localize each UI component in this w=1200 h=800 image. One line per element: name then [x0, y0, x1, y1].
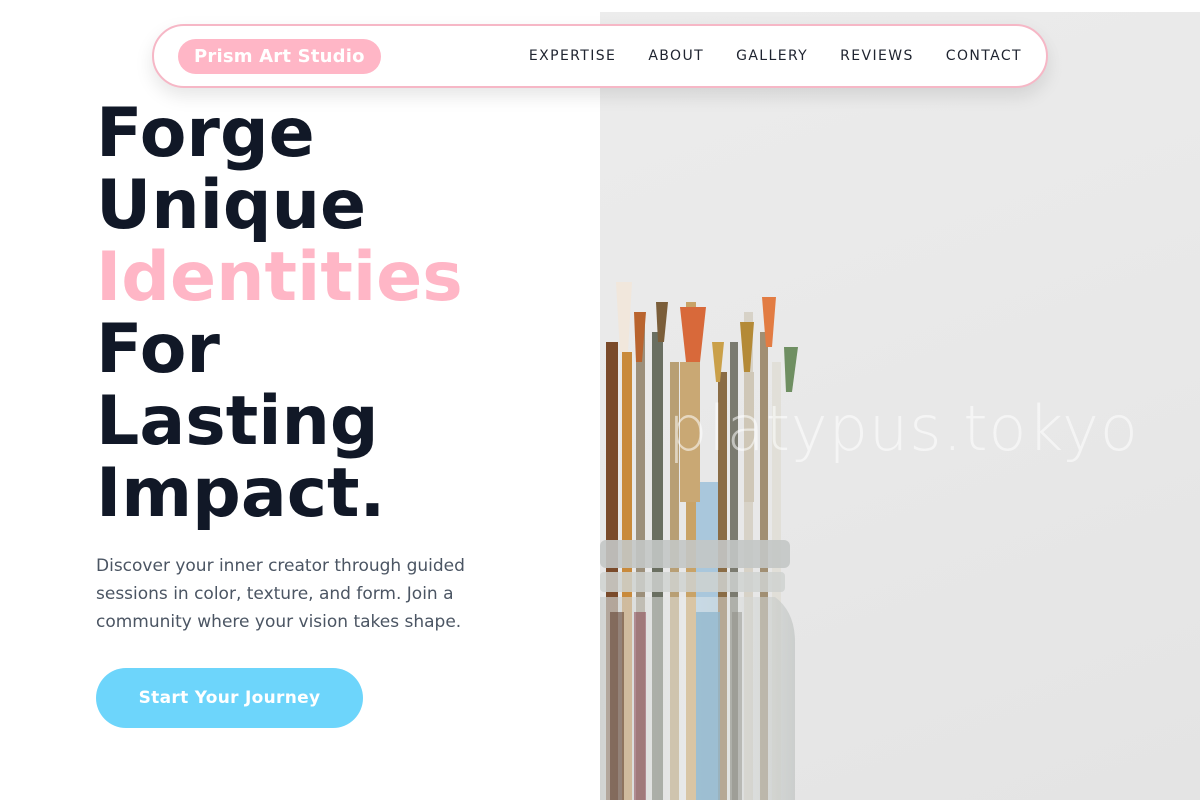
headline-accent-line: Identities	[96, 238, 463, 317]
top-navbar: Prism Art Studio EXPERTISE ABOUT GALLERY…	[152, 24, 1048, 88]
nav-link-expertise[interactable]: EXPERTISE	[529, 48, 616, 64]
headline-line-2: Unique	[96, 166, 367, 245]
headline-line-4: For	[96, 310, 220, 389]
nav-link-gallery[interactable]: GALLERY	[736, 48, 808, 64]
nav-link-reviews[interactable]: REVIEWS	[840, 48, 914, 64]
nav-links: EXPERTISE ABOUT GALLERY REVIEWS CONTACT	[529, 48, 1022, 64]
hero-description: Discover your inner creator through guid…	[96, 556, 465, 632]
nav-link-about[interactable]: ABOUT	[648, 48, 704, 64]
image-watermark: platypus.tokyo	[668, 392, 1139, 465]
hero-image: platypus.tokyo	[600, 12, 1200, 800]
headline-line-5: Lasting	[96, 382, 379, 461]
headline-line-6: Impact.	[96, 454, 386, 533]
start-journey-button[interactable]: Start Your Journey	[96, 668, 363, 728]
nav-link-contact[interactable]: CONTACT	[946, 48, 1022, 64]
glass-jar	[600, 540, 795, 800]
hero-headline: Forge Unique Identities For Lasting Impa…	[96, 98, 576, 530]
headline-line-1: Forge	[96, 94, 315, 173]
brand-logo[interactable]: Prism Art Studio	[178, 38, 381, 74]
